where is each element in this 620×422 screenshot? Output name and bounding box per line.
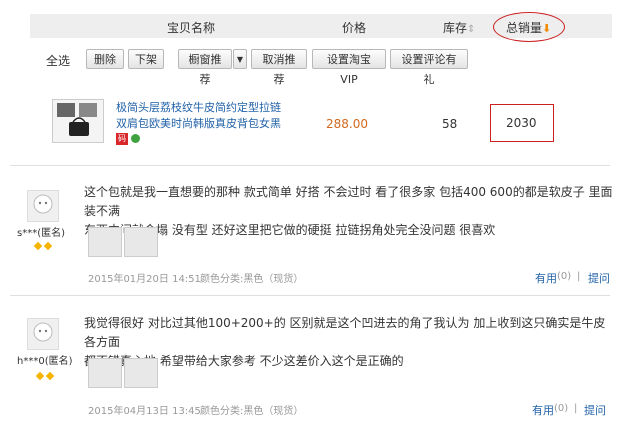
rank-badge [35, 368, 55, 382]
diamond-icon [45, 371, 55, 381]
set-vip-button[interactable]: 设置淘宝VIP [312, 49, 386, 86]
review-text-line1: 我觉得很好 对比过其他100+200+的 区别就是这个凹进去的角了我认为 加上收… [84, 316, 606, 349]
ask-link[interactable]: 提问 [588, 270, 610, 286]
cancel-recommend-button[interactable]: 取消推荐 [251, 49, 307, 86]
delete-button[interactable]: 删除 [86, 49, 124, 69]
diamond-icon [33, 241, 43, 251]
avatar [27, 190, 59, 222]
reviewer-name: h***0(匿名) [17, 356, 73, 367]
review-text: 我觉得很好 对比过其他100+200+的 区别就是这个凹进去的角了我认为 加上收… [84, 314, 614, 371]
sales-highlight-circle [493, 12, 565, 42]
product-title-line1: 极简头层荔枝纹牛皮简约定型拉链 [116, 101, 281, 114]
diamond-icon [35, 371, 45, 381]
product-sales: 2030 [506, 116, 537, 130]
review-text-line1: 这个包就是我一直想要的那种 款式简单 好搭 不会过时 看了很多家 包括400 6… [84, 185, 613, 218]
col-product-name: 宝贝名称 [167, 21, 216, 35]
useful-count: (0) [557, 271, 572, 282]
avatar [27, 318, 59, 350]
col-stock-sort[interactable]: 库存⇕ [443, 19, 475, 36]
review-photo[interactable] [124, 358, 158, 388]
window-recommend-button[interactable]: 橱窗推荐 [178, 49, 232, 86]
useful-link[interactable]: 有用 [535, 270, 557, 286]
col-price: 价格 [342, 21, 367, 35]
product-thumbnail[interactable] [52, 99, 104, 143]
review-date: 2015年04月13日 13:45 [88, 406, 201, 417]
rank-badge [33, 238, 53, 252]
divider [10, 295, 610, 296]
sort-both-icon: ⇕ [467, 24, 476, 35]
badge-code-icon: 码 [116, 133, 128, 145]
user-avatar-icon [33, 194, 53, 214]
user-avatar-icon [33, 322, 53, 342]
meta-separator: | [577, 271, 581, 282]
delist-button[interactable]: 下架 [128, 49, 164, 69]
product-title-line2: 双肩包欧美时尚韩版真皮背包女黑 [116, 117, 281, 130]
reviewer-name: s***(匿名) [17, 228, 66, 239]
recommend-dropdown-icon[interactable]: ▼ [233, 49, 247, 69]
useful-link[interactable]: 有用 [532, 402, 554, 418]
ask-link[interactable]: 提问 [584, 402, 606, 418]
review-photo[interactable] [88, 358, 122, 388]
review-text-line2: 都不错真心地 希望带给大家参考 不少这差价入这个是正确的 [84, 354, 404, 368]
meta-separator: | [574, 403, 578, 414]
review-photo[interactable] [124, 227, 158, 257]
diamond-icon [43, 241, 53, 251]
select-all-label[interactable]: 全选 [46, 52, 70, 69]
review-text-line2: 东西中间就会塌 没有型 还好这里把它做的硬挺 拉链拐角处完全没问题 很喜欢 [84, 223, 496, 237]
product-title-link[interactable]: 极简头层荔枝纹牛皮简约定型拉链 双肩包欧美时尚韩版真皮背包女黑 [116, 100, 281, 132]
set-review-gift-button[interactable]: 设置评论有礼 [390, 49, 468, 86]
review-photo[interactable] [88, 227, 122, 257]
col-stock-label: 库存 [443, 21, 468, 35]
review-text: 这个包就是我一直想要的那种 款式简单 好搭 不会过时 看了很多家 包括400 6… [84, 183, 614, 240]
verified-icon [131, 134, 140, 143]
product-price: 288.00 [326, 117, 368, 131]
useful-count: (0) [554, 403, 569, 414]
review-date: 2015年01月20日 14:51 [88, 274, 201, 285]
product-stock: 58 [442, 117, 458, 131]
divider [10, 165, 610, 166]
bag-icon [57, 103, 97, 136]
review-category: 颜色分类:黑色（现货） [200, 274, 304, 285]
review-category: 颜色分类:黑色（现货） [200, 406, 304, 417]
